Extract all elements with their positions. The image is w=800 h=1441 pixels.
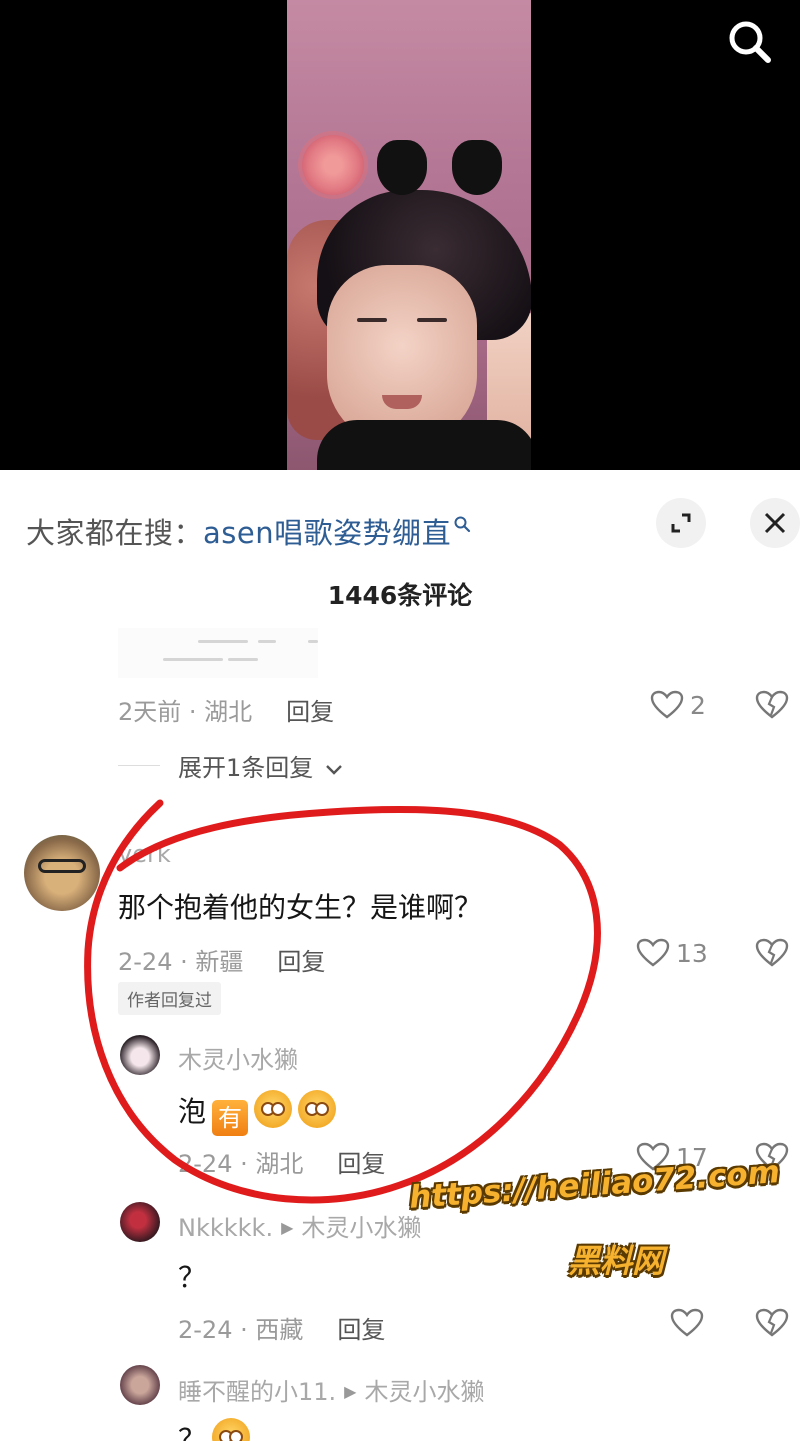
reply-arrow-icon: ▶ — [281, 1218, 294, 1237]
like-button[interactable]: 13 — [636, 938, 708, 968]
video-frame — [287, 0, 531, 470]
comment-count: 1446条评论 — [327, 581, 473, 610]
reply-meta: 2-24 · 西藏 回复 — [178, 1310, 385, 1345]
reply-meta: 2-24 · 湖北 回复 — [178, 1144, 385, 1179]
reply-time-location: 2-24 · 湖北 — [178, 1150, 304, 1178]
previous-comment-meta: 2天前 · 湖北 回复 — [118, 692, 334, 727]
like-count: 13 — [676, 938, 708, 968]
previous-comment-time-location: 2天前 · 湖北 — [118, 698, 253, 726]
watermark-name: 黑料网 — [568, 1242, 665, 1280]
like-count: 2 — [690, 690, 706, 720]
trending-prefix: 大家都在搜： — [26, 516, 204, 550]
search-icon[interactable] — [724, 16, 776, 68]
comment-text: 那个抱着他的女生？是谁啊？ — [118, 891, 483, 924]
reply-username[interactable]: 木灵小水獭 — [178, 1040, 298, 1075]
reply-arrow-icon: ▶ — [344, 1382, 357, 1401]
avatar[interactable] — [120, 1365, 160, 1405]
reply-target[interactable]: 木灵小水獭 — [301, 1214, 421, 1242]
emoji-badge: 有 — [212, 1100, 249, 1136]
expand-icon[interactable] — [656, 498, 706, 548]
chevron-down-icon — [326, 765, 342, 775]
drool-emoji-icon — [298, 1090, 337, 1128]
heart-icon — [670, 1308, 704, 1337]
comment-panel: 大家都在搜：asen唱歌姿势绷直 1446条评论 2天前 · 湖北 回复 2 展开… — [0, 470, 800, 1441]
search-icon — [453, 506, 471, 533]
reply-text: ？ — [178, 1418, 251, 1441]
broken-heart-icon[interactable] — [755, 690, 789, 724]
emoji-icon — [212, 1418, 251, 1441]
avatar[interactable] — [120, 1202, 160, 1242]
trending-keyword-link[interactable]: asen唱歌姿势绷直 — [203, 516, 451, 550]
heart-icon — [636, 938, 670, 967]
reply-author[interactable]: 睡不醒的小11. — [178, 1378, 336, 1406]
reply-button[interactable]: 回复 — [337, 1150, 385, 1178]
reply-text-content: ？ — [178, 1423, 207, 1441]
watermark-url: https://heiliao72.com — [408, 1154, 782, 1216]
reply-time-location: 2-24 · 西藏 — [178, 1316, 304, 1344]
author-replied-badge: 作者回复过 — [118, 982, 221, 1015]
expand-replies-label: 展开1条回复 — [178, 754, 314, 782]
comment-time-location: 2-24 · 新疆 — [118, 948, 244, 976]
reply-button[interactable]: 回复 — [337, 1316, 385, 1344]
comment-username[interactable]: verk — [118, 840, 171, 868]
divider — [118, 765, 160, 766]
close-icon[interactable] — [750, 498, 800, 548]
reply-username: 睡不醒的小11. ▶ 木灵小水獭 — [178, 1372, 484, 1407]
comment-meta: 2-24 · 新疆 回复 — [118, 942, 325, 977]
expand-replies-button[interactable]: 展开1条回复 — [178, 748, 343, 783]
reply-button[interactable]: 回复 — [286, 698, 334, 726]
like-button[interactable] — [670, 1308, 704, 1338]
avatar[interactable] — [120, 1035, 160, 1075]
reply-button[interactable]: 回复 — [277, 948, 325, 976]
reply-text-content: 泡 — [178, 1095, 207, 1128]
avatar[interactable] — [24, 835, 100, 911]
broken-heart-icon[interactable] — [755, 1308, 789, 1342]
reply-author[interactable]: Nkkkkk. — [178, 1214, 273, 1242]
reply-target[interactable]: 木灵小水獭 — [364, 1378, 484, 1406]
reply-text: 泡有 — [178, 1090, 337, 1136]
heart-icon — [650, 690, 684, 719]
like-button[interactable]: 2 — [650, 690, 706, 720]
previous-comment-image[interactable] — [118, 628, 318, 678]
reply-username: Nkkkkk. ▶ 木灵小水獭 — [178, 1208, 421, 1243]
trending-search: 大家都在搜：asen唱歌姿势绷直 — [26, 506, 471, 552]
video-player[interactable] — [0, 0, 800, 470]
drool-emoji-icon — [254, 1090, 293, 1128]
broken-heart-icon[interactable] — [755, 938, 789, 972]
reply-text: ？ — [178, 1261, 207, 1294]
